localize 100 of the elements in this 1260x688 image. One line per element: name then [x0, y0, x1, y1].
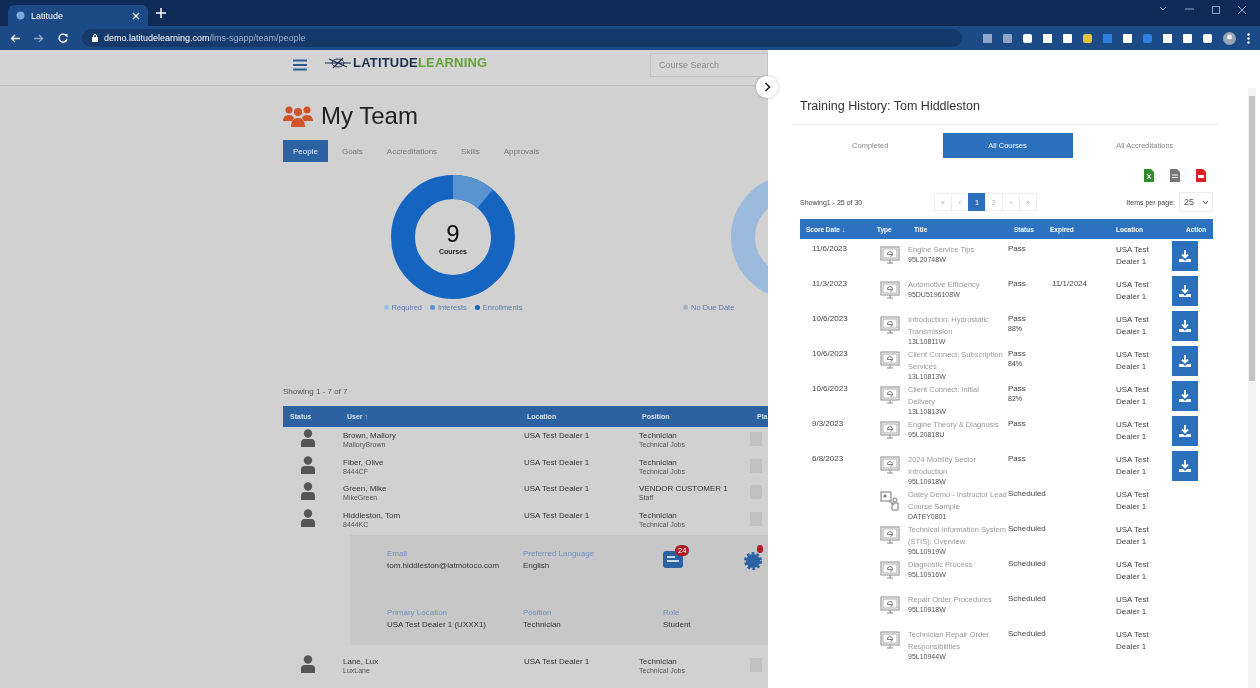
panel-title: Training History: Tom Hiddleston	[800, 99, 981, 114]
download-button[interactable]	[1172, 311, 1198, 341]
user-name[interactable]: Hiddleston, Tom	[343, 510, 520, 520]
monitor-icon	[879, 421, 900, 441]
back-icon[interactable]	[10, 33, 20, 43]
table-cell: 9/3/2023	[812, 419, 844, 428]
extension-icon[interactable]	[1043, 33, 1052, 43]
tab[interactable]: People	[283, 140, 328, 162]
search-field[interactable]: Course Search	[650, 52, 768, 77]
user-icon	[301, 455, 315, 474]
monitor-icon	[879, 526, 900, 546]
table-cell-text: USA Test Dealer 1	[1115, 314, 1150, 338]
browser-tab[interactable]: Latitude	[8, 5, 148, 26]
download-icon[interactable]	[1179, 355, 1191, 367]
monitor-icon	[879, 246, 900, 266]
status-text: Scheduled	[1008, 524, 1044, 533]
monitor-icon	[879, 631, 900, 651]
field-label: Role	[663, 607, 681, 617]
monitor-icon	[879, 561, 900, 581]
user-icon	[301, 429, 315, 447]
status-text: Pass	[1008, 349, 1027, 358]
monitor-icon	[879, 351, 900, 371]
user-name[interactable]: Brown, Mallory	[343, 431, 520, 440]
chevron-down-icon[interactable]	[1159, 6, 1167, 12]
extension-icon[interactable]	[1063, 33, 1072, 43]
table-cell: 11/1/2024	[1052, 279, 1087, 288]
download-button[interactable]	[1172, 241, 1198, 271]
monitor-icon	[879, 456, 900, 476]
table-cell-text: USA Test Dealer 1	[524, 431, 591, 440]
field-label: Primary Location	[387, 607, 449, 617]
tab[interactable]: Approvals	[493, 140, 550, 162]
user-icon	[301, 482, 315, 500]
message-icon[interactable]	[663, 551, 683, 571]
items-per-page-select[interactable]: 25	[1179, 192, 1213, 212]
status-text: Scheduled	[1008, 594, 1044, 603]
status-text: Pass	[1008, 314, 1027, 323]
user-name[interactable]: Fiber, Olive	[343, 457, 520, 467]
tab[interactable]: Accreditations	[376, 140, 448, 162]
excel-icon[interactable]	[1144, 169, 1154, 182]
close-icon[interactable]	[1238, 6, 1246, 14]
caret-icon[interactable]	[1202, 199, 1209, 205]
status-text: Scheduled	[1008, 559, 1044, 568]
maximize-icon[interactable]	[1212, 6, 1220, 14]
download-icon[interactable]	[1179, 460, 1191, 472]
table-cell-text: USA Test Dealer 1	[524, 657, 591, 666]
download-icon[interactable]	[1179, 425, 1191, 437]
download-icon[interactable]	[1179, 390, 1191, 402]
status-text: Scheduled	[1008, 629, 1044, 638]
forward-icon[interactable]	[34, 33, 44, 43]
table-cell: 10/6/2023	[812, 314, 848, 323]
field-label: Preferred Language	[523, 549, 596, 558]
profile-avatar-icon[interactable]	[1223, 31, 1236, 45]
extension-icon[interactable]	[1163, 33, 1172, 43]
table-cell-text: USA Test Dealer 1	[1115, 419, 1150, 443]
monitor-icon	[879, 316, 900, 336]
chevron-right-icon[interactable]	[763, 82, 771, 92]
reload-icon[interactable]	[58, 33, 68, 43]
field-value: USA Test Dealer 1 (UXXX1)	[387, 619, 487, 629]
monitor-icon	[879, 281, 900, 301]
tab[interactable]: Skills	[451, 140, 490, 162]
extension-icon[interactable]	[1203, 33, 1212, 43]
extension-icon[interactable]	[1023, 33, 1032, 43]
table-cell-text: USA Test Dealer 1	[1115, 244, 1150, 268]
download-button[interactable]	[1172, 451, 1198, 481]
lock-icon[interactable]	[92, 34, 98, 42]
download-icon[interactable]	[1179, 320, 1191, 332]
new-tab-icon[interactable]	[156, 8, 166, 18]
gear-icon[interactable]	[743, 551, 763, 571]
extension-icon[interactable]	[1183, 33, 1192, 43]
results-count: Showing 1 - 7 of 7	[283, 387, 349, 396]
minimize-icon[interactable]	[1185, 6, 1194, 12]
table-cell: 6/8/2023	[812, 454, 844, 463]
address-bar[interactable]: demo.latitudelearning.com/lms-sgapp/team/people	[82, 29, 962, 47]
document-icon[interactable]	[1170, 169, 1180, 182]
download-button[interactable]	[1172, 416, 1198, 446]
collapse-button[interactable]	[756, 76, 778, 98]
tab[interactable]: Goals	[331, 140, 373, 162]
pdf-icon[interactable]	[1196, 169, 1206, 182]
download-icon[interactable]	[1179, 250, 1191, 262]
user-name[interactable]: Lane, Lux	[343, 657, 520, 666]
menu-icon[interactable]	[293, 58, 307, 71]
download-button[interactable]	[1172, 346, 1198, 376]
extension-icon[interactable]	[1123, 33, 1132, 43]
table-cell-text: USA Test Dealer 1	[1115, 594, 1150, 618]
more-icon[interactable]	[1247, 32, 1250, 44]
extension-icon[interactable]	[1003, 33, 1012, 43]
status-text: Pass	[1008, 454, 1027, 463]
field-value: English	[523, 561, 551, 570]
table-cell-text: Technician	[639, 657, 678, 666]
extension-icon[interactable]	[1083, 33, 1092, 43]
extension-icon[interactable]	[983, 33, 992, 43]
status-text: Pass	[1008, 244, 1027, 253]
table-cell: 10/6/2023	[812, 384, 848, 393]
user-name[interactable]: Green, Mike	[343, 484, 520, 493]
logo: LATITUDELEARNING	[325, 55, 488, 70]
download-button[interactable]	[1172, 276, 1198, 306]
table-cell-text: USA Test Dealer 1	[1115, 384, 1150, 408]
monitor-icon	[879, 386, 900, 406]
download-button[interactable]	[1172, 381, 1198, 411]
download-icon[interactable]	[1179, 285, 1191, 297]
